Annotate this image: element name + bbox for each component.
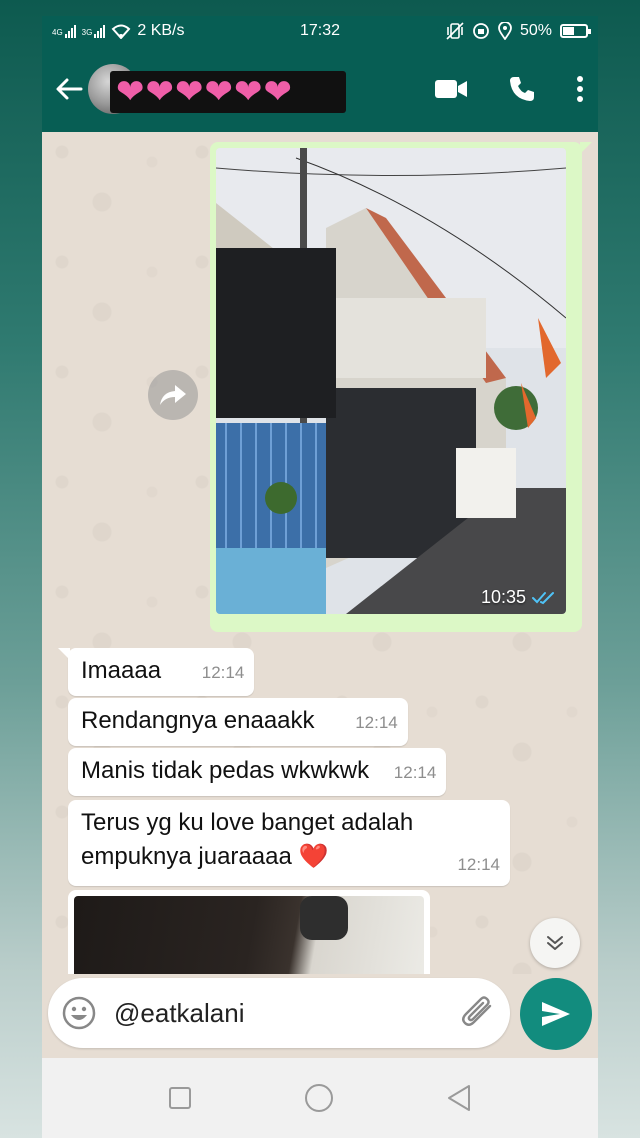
chevron-double-down-icon <box>547 936 563 950</box>
incoming-message[interactable]: Rendangnya enaaakk 12:14 <box>68 698 408 746</box>
phone-screen: 4G 3G 2 KB/s 17:32 50% ❤❤❤❤❤❤ 10:35 Imaa… <box>42 16 598 1138</box>
emoji-icon[interactable] <box>62 996 96 1030</box>
back-button[interactable] <box>50 70 88 108</box>
back-arrow-icon <box>56 78 83 100</box>
message-time: 12:14 <box>457 855 500 874</box>
forward-icon <box>160 385 186 405</box>
message-time: 12:14 <box>393 763 437 782</box>
double-check-icon <box>532 591 554 604</box>
nav-square-icon[interactable] <box>168 1086 192 1110</box>
message-time: 12:14 <box>201 663 245 682</box>
wifi-icon <box>111 24 131 39</box>
chat-header: ❤❤❤❤❤❤ <box>42 46 598 132</box>
message-text: Rendangnya enaaakk <box>81 707 315 734</box>
attach-icon[interactable] <box>460 996 496 1030</box>
alarm-icon <box>473 23 489 39</box>
image-meta: 10:35 <box>481 587 556 608</box>
message-text-line-1: Terus yg ku love banget adalah <box>81 809 414 836</box>
message-text: Imaaaa <box>81 657 162 684</box>
incoming-message[interactable]: Imaaaa 12:14 <box>57 648 255 696</box>
message-input[interactable] <box>114 997 434 1029</box>
outgoing-image-message[interactable]: 10:35 <box>210 142 592 632</box>
contact-name[interactable]: ❤❤❤❤❤❤ <box>110 71 346 113</box>
network-type-label-2: 3G <box>81 27 93 37</box>
send-icon <box>542 1002 570 1026</box>
media-object <box>300 896 348 940</box>
forward-button[interactable] <box>148 370 198 420</box>
signal-3g-icon: 3G <box>81 24 106 38</box>
message-text-line-2: empuknya juaraaaa ❤️ <box>81 843 329 870</box>
battery-percent: 50% <box>519 22 552 39</box>
header-actions <box>434 46 584 132</box>
more-vert-icon[interactable] <box>576 75 584 103</box>
network-speed: 2 KB/s <box>137 22 185 39</box>
signal-4g-icon: 4G <box>52 24 76 38</box>
scroll-to-bottom-button[interactable] <box>530 918 580 968</box>
location-icon <box>498 22 512 40</box>
video-call-icon[interactable] <box>434 78 468 100</box>
nav-triangle-icon[interactable] <box>446 1084 472 1112</box>
vibrate-icon <box>446 22 464 40</box>
media-thumbnail[interactable] <box>74 896 424 974</box>
send-button[interactable] <box>520 978 592 1050</box>
nav-circle-icon[interactable] <box>304 1083 334 1113</box>
incoming-media-message[interactable] <box>68 890 430 974</box>
message-photo[interactable]: 10:35 <box>216 148 566 614</box>
image-time: 10:35 <box>480 587 526 607</box>
message-time: 12:14 <box>355 713 398 732</box>
house-photo <box>216 148 566 614</box>
message-composer <box>48 978 510 1048</box>
status-bar: 4G 3G 2 KB/s 17:32 50% <box>42 16 598 46</box>
battery-fill <box>563 27 574 35</box>
status-left: 4G 3G 2 KB/s <box>52 22 184 40</box>
phone-icon[interactable] <box>508 75 536 103</box>
incoming-message[interactable]: Manis tidak pedas wkwkwk 12:14 <box>68 748 447 796</box>
battery-icon <box>560 24 591 38</box>
network-type-label: 4G <box>52 27 63 37</box>
status-right: 50% <box>446 22 591 40</box>
system-nav-bar <box>42 1058 598 1138</box>
message-text: Manis tidak pedas wkwkwk <box>81 757 370 784</box>
incoming-message[interactable]: Terus yg ku love banget adalah empuknya … <box>68 800 510 886</box>
chat-area[interactable]: 10:35 Imaaaa 12:14 Rendangnya enaaakk 12… <box>42 132 598 974</box>
